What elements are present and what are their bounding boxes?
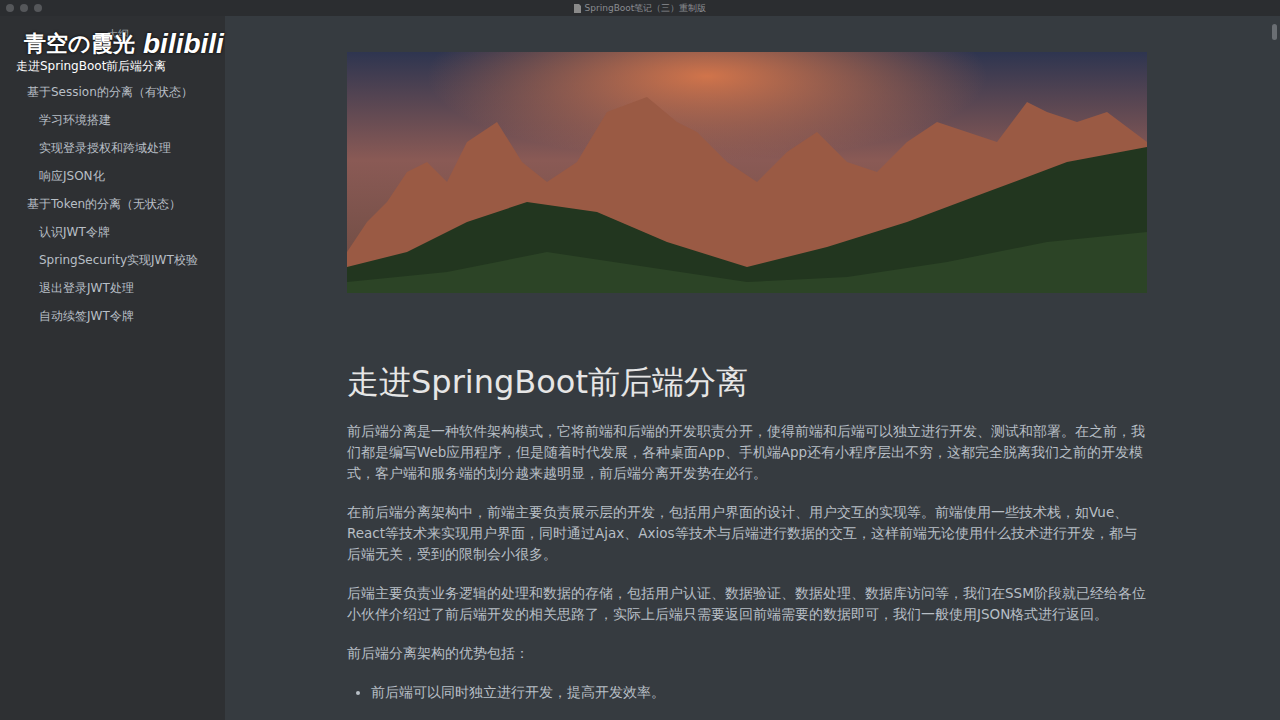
zoom-button[interactable]	[34, 4, 42, 12]
outline-item[interactable]: SpringSecurity实现JWT校验	[0, 246, 225, 274]
window-title: SpringBoot笔记（三）重制版	[0, 2, 1280, 15]
mountain-icon	[347, 52, 1147, 293]
minimize-button[interactable]	[20, 4, 28, 12]
outline-title: 大纲	[0, 24, 225, 46]
watermark: 青空の霞光bilibili	[24, 28, 224, 60]
paragraph: 前后端分离是一种软件架构模式，它将前端和后端的开发职责分开，使得前端和后端可以独…	[347, 421, 1147, 484]
outline-item[interactable]: 走进SpringBoot前后端分离	[0, 54, 225, 78]
outline-item[interactable]: 实现登录授权和跨域处理	[0, 134, 225, 162]
paragraph: 后端主要负责业务逻辑的处理和数据的存储，包括用户认证、数据验证、数据处理、数据库…	[347, 583, 1147, 625]
bullet-list: 前后端可以同时独立进行开发，提高开发效率。	[347, 682, 1147, 703]
file-icon	[574, 4, 581, 13]
close-button[interactable]	[6, 4, 14, 12]
outline-item[interactable]: 学习环境搭建	[0, 106, 225, 134]
outline-item[interactable]: 基于Token的分离（无状态）	[0, 190, 225, 218]
outline-item[interactable]: 认识JWT令牌	[0, 218, 225, 246]
title-bar: SpringBoot笔记（三）重制版	[0, 0, 1280, 16]
outline-item[interactable]: 退出登录JWT处理	[0, 274, 225, 302]
document-heading: 走进SpringBoot前后端分离	[347, 361, 1147, 403]
list-item: 前后端可以同时独立进行开发，提高开发效率。	[371, 682, 1147, 703]
paragraph: 前后端分离架构的优势包括：	[347, 643, 1147, 664]
document-area: 走进SpringBoot前后端分离前后端分离是一种软件架构模式，它将前端和后端的…	[225, 16, 1280, 720]
scrollbar-thumb[interactable]	[1272, 24, 1277, 40]
outline-item[interactable]: 自动续签JWT令牌	[0, 302, 225, 330]
outline-item[interactable]: 基于Session的分离（有状态）	[0, 78, 225, 106]
editor-window: SpringBoot笔记（三）重制版大纲走进SpringBoot前后端分离基于S…	[0, 0, 1280, 720]
outline-sidebar: 大纲走进SpringBoot前后端分离基于Session的分离（有状态）学习环境…	[0, 16, 225, 720]
paragraph: 在前后端分离架构中，前端主要负责展示层的开发，包括用户界面的设计、用户交互的实现…	[347, 502, 1147, 565]
banner-photo	[347, 52, 1147, 293]
outline-item[interactable]: 响应JSON化	[0, 162, 225, 190]
